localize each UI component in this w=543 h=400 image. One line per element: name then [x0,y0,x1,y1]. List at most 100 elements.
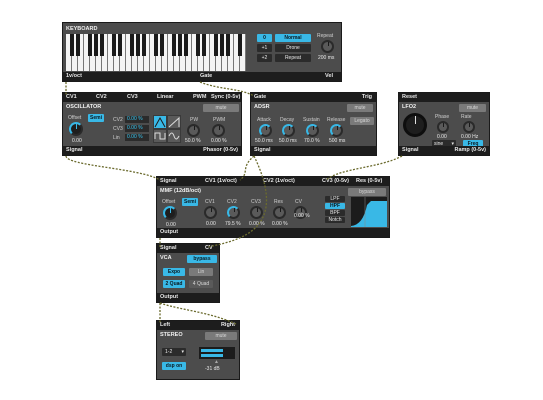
octave-plus1-button[interactable]: +1 [257,44,272,52]
cv3-knob[interactable] [250,206,263,219]
decay-knob[interactable] [282,124,295,137]
expo-button[interactable]: Expo [163,268,185,276]
offset-knob[interactable] [69,122,83,136]
in-trig[interactable]: Trig [362,93,372,102]
black-key[interactable] [154,34,158,57]
in-pwm[interactable]: PWM [193,93,206,102]
black-key[interactable] [172,34,176,57]
cv1-knob[interactable] [204,206,217,219]
black-key[interactable] [94,34,98,57]
piano-keyboard[interactable] [66,34,246,71]
filter-lpf[interactable]: LPF [325,196,345,202]
in-cv3[interactable]: CV3 [127,93,138,102]
in-cv[interactable]: CV [205,244,213,253]
pwm-knob[interactable] [212,124,225,137]
filter-bpf[interactable]: BPF [325,210,345,216]
cv2-knob[interactable] [227,206,240,219]
out-signal[interactable]: Signal [254,146,271,155]
black-key[interactable] [70,34,74,57]
offset-knob[interactable] [163,206,177,220]
quad4-button[interactable]: 4 Quad [189,280,213,288]
black-key[interactable] [118,34,122,57]
channel-select[interactable]: 1-2 ▾ [162,348,186,356]
black-key[interactable] [184,34,188,57]
in-cv1[interactable]: CV1 [66,93,77,102]
black-key[interactable] [196,34,200,57]
black-key[interactable] [226,34,230,57]
black-key[interactable] [76,34,80,57]
waveform-selector[interactable] [153,115,181,143]
black-key[interactable] [214,34,218,57]
in-linear[interactable]: Linear [157,93,174,102]
black-key[interactable] [202,34,206,57]
black-key[interactable] [160,34,164,57]
mode-normal-button[interactable]: Normal [275,34,311,42]
in-signal[interactable]: Signal [160,244,177,253]
legato-button[interactable]: Legato [350,117,374,125]
in-res[interactable]: Res (0-5v) [356,177,382,186]
in-reset[interactable]: Reset [402,93,417,102]
out-1voct[interactable]: 1v/oct [66,72,82,81]
lfo-display-knob[interactable] [403,113,427,137]
cv2-amount[interactable]: 0.00 % [125,116,149,123]
out-ramp[interactable]: Ramp (0-5v) [455,146,486,155]
stereo-mute-button[interactable]: mute [205,332,237,340]
in-gate[interactable]: Gate [254,93,266,102]
quad2-button[interactable]: 2 Quad [163,280,185,288]
out-gate[interactable]: Gate [200,72,212,81]
black-key[interactable] [88,34,92,57]
rate-label: Rate [461,114,472,120]
gain-slider-handle[interactable]: ▲ [214,359,219,365]
octave-value[interactable]: 0 [257,34,272,42]
semi-toggle[interactable]: Semi [182,198,198,206]
out-signal[interactable]: Signal [402,146,419,155]
pw-knob[interactable] [187,124,200,137]
black-key[interactable] [220,34,224,57]
black-key[interactable] [238,34,242,57]
sustain-knob[interactable] [306,124,319,137]
black-key[interactable] [112,34,116,57]
lfo2-mute-button[interactable]: mute [459,104,486,112]
vca-bypass-button[interactable]: bypass [187,255,217,263]
mmf-bypass-button[interactable]: bypass [348,188,386,196]
black-key[interactable] [136,34,140,57]
black-key[interactable] [178,34,182,57]
adsr-mute-button[interactable]: mute [347,104,373,112]
repeat-knob[interactable] [321,40,334,53]
release-knob[interactable] [330,124,343,137]
in-left[interactable]: Left [160,321,170,330]
in-right[interactable]: Right [221,321,235,330]
oscillator-mute-button[interactable]: mute [203,104,239,112]
in-cv3[interactable]: CV3 (0-5v) [322,177,349,186]
rate-knob[interactable] [463,121,475,133]
phase-label: Phase [435,114,450,120]
cv3-amount[interactable]: 0.00 % [125,125,149,132]
lin-amount[interactable]: 0.00 % [125,134,149,141]
filter-hpf[interactable]: HPF [325,203,345,209]
out-signal[interactable]: Signal [66,146,83,155]
black-key[interactable] [130,34,134,57]
in-sync[interactable]: Sync (0-5v) [211,93,240,102]
in-cv1[interactable]: CV1 (1v/oct) [205,177,237,186]
mode-repeat-button[interactable]: Repeat [275,54,311,62]
filter-notch[interactable]: Notch [325,217,345,223]
phase-knob[interactable] [437,121,449,133]
semi-toggle[interactable]: Semi [88,114,104,122]
attack-knob[interactable] [259,124,272,137]
octave-plus2-button[interactable]: +2 [257,54,272,62]
waveform-icons [154,116,180,142]
black-key[interactable] [100,34,104,57]
res-knob[interactable] [273,206,286,219]
out-vel[interactable]: Vel [325,72,333,81]
black-key[interactable] [142,34,146,57]
in-signal[interactable]: Signal [160,177,177,186]
oscillator-inputs: CV1 CV2 CV3 Linear PWM Sync (0-5v) [63,93,241,102]
dsp-toggle[interactable]: dsp on [162,362,186,370]
out-phasor[interactable]: Phasor (0-5v) [203,146,238,155]
out-output[interactable]: Output [160,228,178,237]
in-cv2[interactable]: CV2 (1v/oct) [263,177,295,186]
in-cv2[interactable]: CV2 [96,93,107,102]
out-output[interactable]: Output [160,293,178,302]
mode-drone-button[interactable]: Drone [275,44,311,52]
lin-button[interactable]: Lin [189,268,213,276]
